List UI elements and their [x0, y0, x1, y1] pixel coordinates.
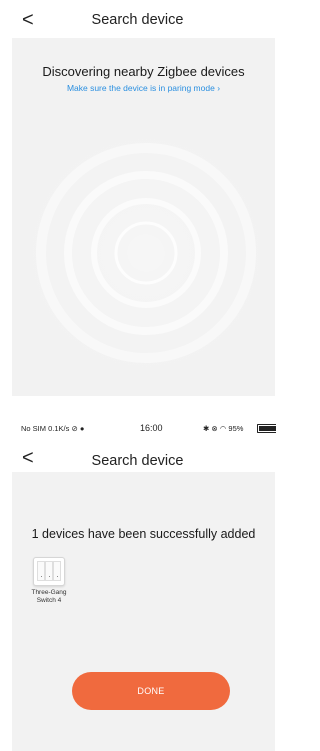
discovering-title: Discovering nearby Zigbee devices [42, 64, 245, 79]
three-gang-switch-icon [33, 557, 65, 586]
carrier-text: No SIM 0.1K/s [21, 424, 70, 433]
bluetooth-icon: ✱ [203, 424, 210, 433]
device-name: Three-Gang Switch 4 [24, 589, 74, 604]
done-button[interactable]: DONE [72, 672, 230, 710]
device-name-line1: Three-Gang [31, 589, 67, 596]
switch-gang [53, 561, 61, 581]
page-title: Search device [91, 12, 184, 28]
status-bar: No SIM 0.1K/s ⊘ ● 16:00 ✱ ⊗ ◠ 95% [0, 422, 276, 436]
system-status: ✱ ⊗ ◠ 95% [203, 424, 243, 433]
device-tile[interactable]: Three-Gang Switch 4 [24, 557, 74, 604]
result-panel: 1 devices have been successfully added T… [12, 472, 275, 751]
battery-percent: 95% [228, 424, 244, 433]
pairing-mode-link[interactable]: Make sure the device is in paring mode › [12, 83, 275, 93]
discovery-panel: Discovering nearby Zigbee devices Make s… [12, 38, 275, 396]
mute-icon: ⊗ [211, 424, 218, 433]
battery-icon [257, 424, 276, 433]
clock: 16:00 [140, 423, 163, 433]
switch-gang [45, 561, 53, 581]
carrier-status: No SIM 0.1K/s ⊘ ● [21, 424, 84, 433]
chevron-right-icon: › [217, 83, 221, 93]
pairing-mode-link-text: Make sure the device is in paring mode [66, 83, 215, 93]
search-header-2: < Search device [0, 444, 275, 472]
device-name-line2: Switch 4 [36, 596, 62, 604]
switch-gang [37, 561, 45, 581]
sync-icon: ⊘ [71, 424, 78, 433]
notification-dot-icon: ● [79, 424, 85, 433]
search-header: < Search device [0, 0, 275, 38]
wifi-icon: ◠ [219, 424, 227, 433]
page-title-2: Search device [91, 453, 184, 469]
success-message: 1 devices have been successfully added [31, 527, 256, 541]
